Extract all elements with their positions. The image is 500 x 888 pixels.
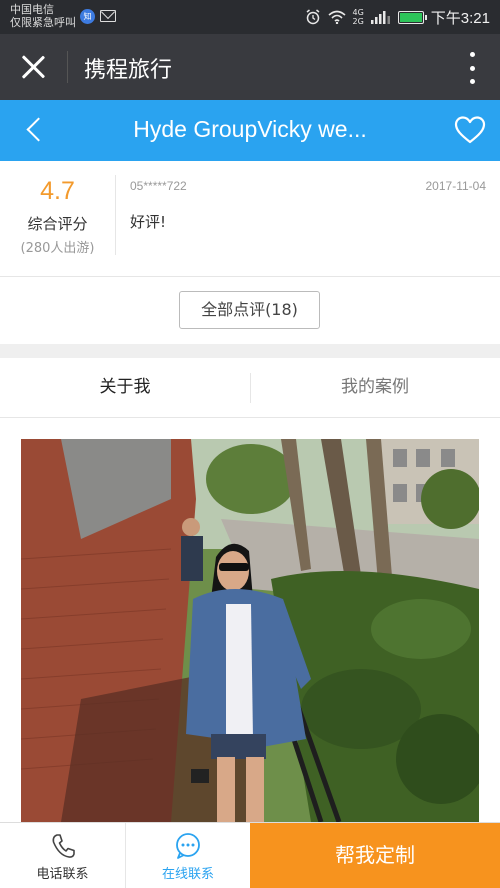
about-content [0,418,500,822]
phone-icon [52,834,75,858]
carrier-info: 中国电信 仅限紧急呼叫 [10,3,76,29]
mail-icon [100,10,116,22]
all-reviews-button[interactable]: 全部点评(18) [179,291,320,329]
phone-contact-button[interactable]: 电话联系 [0,823,125,888]
tab-about-me[interactable]: 关于我 [0,358,250,417]
score-divider [115,175,116,255]
carrier-name: 中国电信 [10,3,54,16]
score-label: 综合评分 [27,215,88,233]
page-title: Hyde GroupVicky we... [133,116,367,142]
more-options-icon[interactable] [468,52,476,84]
review-text: 好评! [130,213,167,231]
phone-contact-label: 电话联系 [36,867,89,882]
trip-count: (280人出游) [20,241,95,256]
zhi-app-icon: 知 [80,9,95,24]
chat-bubble-icon [176,833,200,859]
status-bar: 中国电信 仅限紧急呼叫 知 4G 2G 下午3:21 [0,0,500,34]
customize-trip-button[interactable]: 帮我定制 [250,823,500,888]
status-icons: 4G 2G 下午3:21 [305,0,490,34]
bottom-action-bar: 电话联系 在线联系 帮我定制 [0,822,500,888]
overall-score: 4.7 综合评分 (280人出游) [0,161,115,277]
app-title: 携程旅行 [84,58,173,83]
profile-tabs: 关于我 我的案例 [0,358,500,418]
network-type-icon: 4G 2G [352,8,364,26]
emergency-only-text: 仅限紧急呼叫 [10,16,76,29]
header-divider [67,51,68,83]
wifi-icon [327,10,346,24]
battery-icon [397,10,427,24]
tab-my-cases[interactable]: 我的案例 [250,358,500,417]
online-contact-label: 在线联系 [161,867,214,882]
signal-icon [370,11,390,24]
section-gap [0,344,500,358]
alarm-icon [306,9,319,25]
favorite-heart-icon[interactable] [454,115,486,145]
online-contact-button[interactable]: 在线联系 [125,823,250,888]
page-nav-bar: Hyde GroupVicky we... [0,100,500,161]
review-section: 4.7 综合评分 (280人出游) 05*****722 2017-11-04 … [0,161,500,277]
review-date: 2017-11-04 [425,179,487,193]
score-value: 4.7 [40,177,75,205]
status-time: 下午3:21 [430,9,490,27]
close-icon[interactable] [18,52,48,82]
guide-photo [21,439,479,822]
reviewer-id: 05*****722 [130,179,187,193]
all-reviews-wrap: 全部点评(18) [0,277,500,344]
app-header: 携程旅行 [0,34,500,100]
